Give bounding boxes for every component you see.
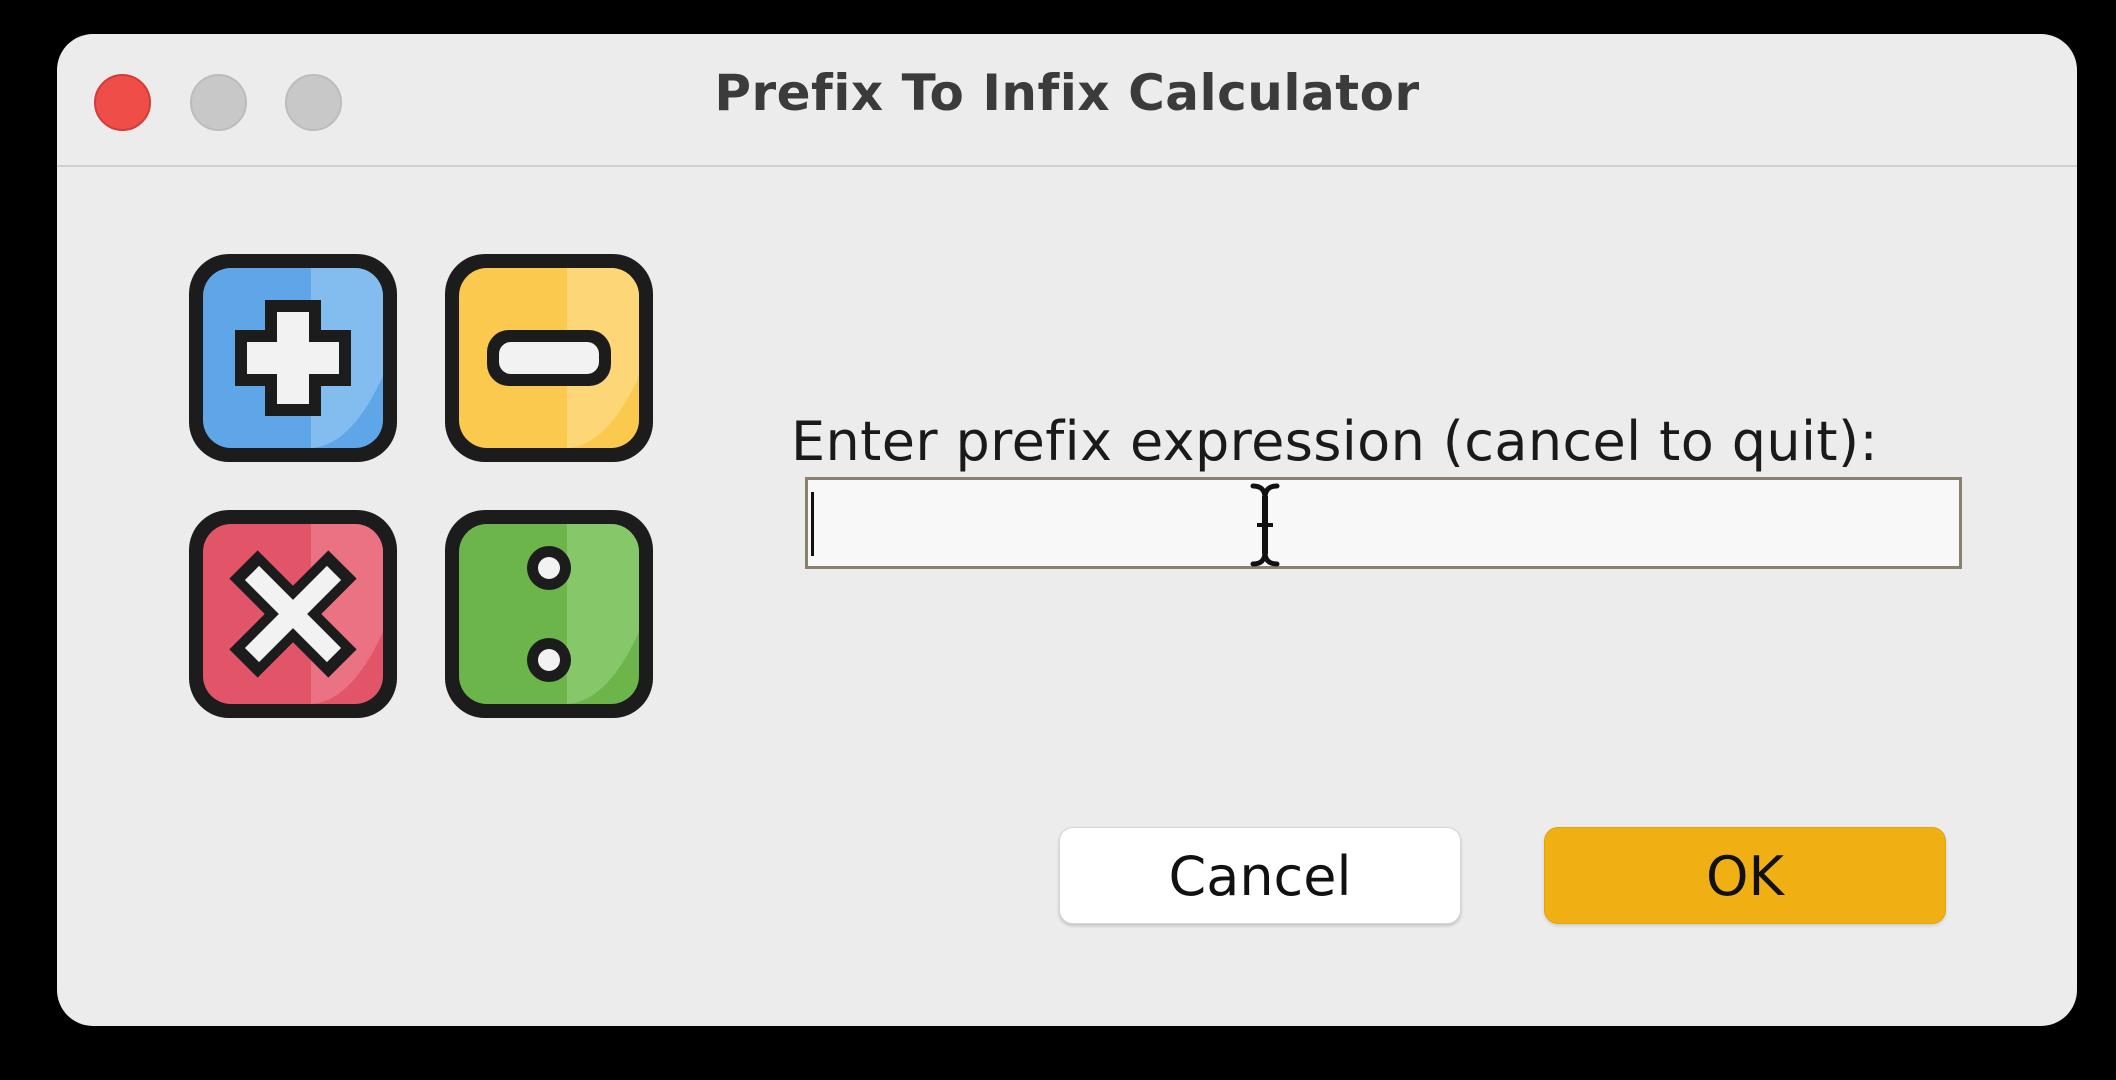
dialog-window: Prefix To Infix Calculator Enter prefix … (57, 34, 2077, 1026)
window-title: Prefix To Infix Calculator (714, 64, 1420, 122)
times-tile-icon (189, 510, 397, 718)
divide-tile-icon (445, 510, 653, 718)
prompt-label: Enter prefix expression (cancel to quit)… (791, 410, 1879, 473)
ok-button[interactable]: OK (1544, 827, 1946, 924)
prefix-expression-input[interactable] (805, 477, 1962, 569)
title-bar: Prefix To Infix Calculator (57, 34, 2077, 167)
minus-tile-icon (445, 254, 653, 462)
plus-tile-icon (189, 254, 397, 462)
calculator-operators-icon (189, 254, 653, 718)
text-caret (811, 492, 814, 556)
ibeam-cursor-icon (1250, 483, 1280, 567)
cancel-button[interactable]: Cancel (1059, 827, 1461, 924)
